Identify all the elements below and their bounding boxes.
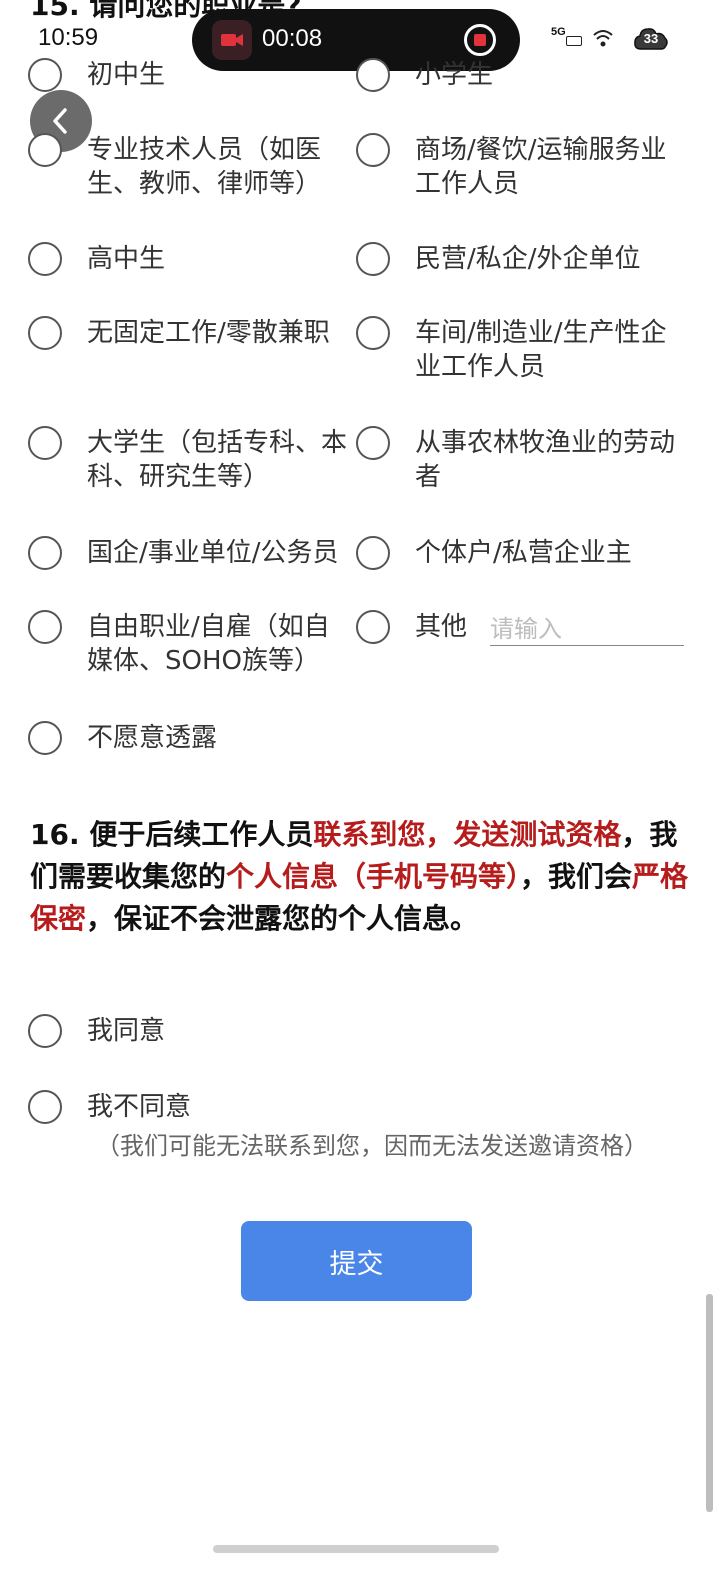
stop-icon <box>474 34 486 46</box>
option-label: 民营/私企/外企单位 <box>415 244 641 274</box>
radio-button[interactable] <box>356 242 390 276</box>
battery-level: 33 <box>643 31 659 46</box>
radio-button[interactable] <box>28 610 62 644</box>
option-label: 初中生 <box>87 60 166 90</box>
option-label: 车间/制造业/生产性企业工作人员 <box>415 318 667 382</box>
q16-highlight-segment: 个人信息（手机号码等） <box>226 860 521 893</box>
option-label: 大学生（包括专科、本科、研究生等） <box>87 428 348 492</box>
radio-button[interactable] <box>28 133 62 167</box>
radio-button[interactable] <box>28 426 62 460</box>
video-camera-icon <box>212 20 252 60</box>
battery-icon: 33 <box>633 27 669 51</box>
option-label: 专业技术人员（如医生、教师、律师等） <box>87 135 322 199</box>
radio-button[interactable] <box>356 133 390 167</box>
wifi-icon <box>592 27 614 53</box>
submit-button[interactable]: 提交 <box>241 1221 472 1301</box>
radio-button[interactable] <box>356 58 390 92</box>
home-indicator[interactable] <box>213 1545 499 1553</box>
option-label: 我不同意 <box>87 1092 192 1122</box>
recording-timer: 00:08 <box>262 25 323 52</box>
option-label: 我同意 <box>87 1016 166 1046</box>
radio-button[interactable] <box>28 1014 62 1048</box>
option-label: 不愿意透露 <box>87 723 218 753</box>
option-label: 其他 <box>415 612 468 642</box>
radio-button[interactable] <box>356 610 390 644</box>
radio-button[interactable] <box>28 242 62 276</box>
chevron-left-icon <box>53 108 67 134</box>
status-time: 10:59 <box>38 24 99 51</box>
radio-button[interactable] <box>28 721 62 755</box>
q16-highlight-segment: 联系到您，发送测试资格 <box>313 818 622 851</box>
signal-label: 5G <box>551 26 566 38</box>
q16-text-segment: 16. 便于后续工作人员 <box>30 818 314 851</box>
option-label: 高中生 <box>87 244 166 274</box>
option-label: 个体户/私营企业主 <box>415 538 632 568</box>
stop-recording-button[interactable] <box>464 24 496 56</box>
radio-button[interactable] <box>28 316 62 350</box>
option-label: 商场/餐饮/运输服务业工作人员 <box>415 135 667 199</box>
option-label: 从事农林牧渔业的劳动者 <box>415 428 676 492</box>
scrollbar[interactable] <box>706 1294 713 1512</box>
other-occupation-input[interactable] <box>490 612 684 646</box>
question-16-title: 16. 便于后续工作人员联系到您，发送测试资格，我们需要收集您的个人信息（手机号… <box>30 814 690 940</box>
radio-button[interactable] <box>28 536 62 570</box>
radio-button[interactable] <box>28 58 62 92</box>
disagree-note: （我们可能无法联系到您，因而无法发送邀请资格） <box>96 1132 648 1160</box>
option-label: 自由职业/自雇（如自媒体、SOHO族等） <box>87 612 330 676</box>
radio-button[interactable] <box>28 1090 62 1124</box>
option-label: 国企/事业单位/公务员 <box>87 538 339 568</box>
option-label: 小学生 <box>415 60 494 90</box>
mobile-signal-icon <box>566 36 582 46</box>
option-label: 无固定工作/零散兼职 <box>87 318 330 348</box>
radio-button[interactable] <box>356 426 390 460</box>
q16-text-segment: ，我们会 <box>520 860 633 893</box>
radio-button[interactable] <box>356 316 390 350</box>
q16-text-segment: ，保证不会泄露您的个人信息。 <box>86 902 479 935</box>
radio-button[interactable] <box>356 536 390 570</box>
